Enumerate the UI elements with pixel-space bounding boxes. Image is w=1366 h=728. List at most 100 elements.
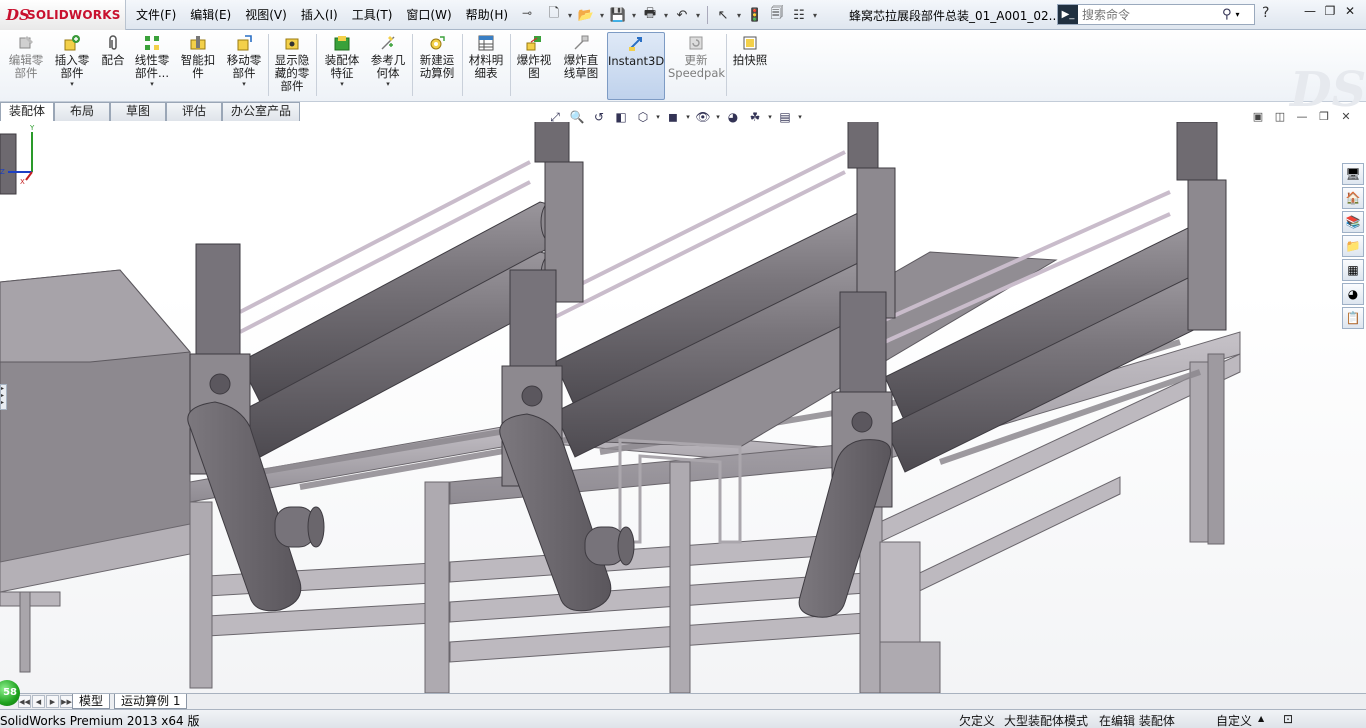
section-view-icon[interactable]: ◧ [610,107,632,127]
view-orientation-icon[interactable]: ⬡ [632,107,654,127]
home-icon[interactable]: 🏠 [1342,187,1364,209]
reference-geometry-icon [381,36,395,50]
edit-component-button[interactable]: 编辑零 部件 [4,32,48,100]
smart-fasteners-button[interactable]: 智能扣件 [176,32,220,100]
motion-study-icon [430,36,445,50]
print-dropdown-icon[interactable]: ▾ [661,11,671,20]
doc-restore-icon[interactable]: ❐ [1313,110,1335,123]
show-hidden-components-button[interactable]: 显示隐 藏的零 部件 [270,32,314,100]
dropdown-arrow-icon[interactable]: ▾ [50,80,94,88]
new-dropdown-icon[interactable]: ▾ [565,11,575,20]
zoom-to-area-icon[interactable]: 🔍 [566,107,588,127]
display-style-dropdown-icon[interactable]: ▾ [684,107,692,127]
viewport-split-icon[interactable]: ◫ [1269,110,1291,123]
undo-icon[interactable]: ↶ [671,5,693,25]
dropdown-arrow-icon[interactable]: ▾ [222,80,266,88]
prev-tab-icon[interactable]: ◀ [32,695,45,708]
undo-dropdown-icon[interactable]: ▾ [693,11,703,20]
design-library-icon[interactable]: 📚 [1342,211,1364,233]
menu-file[interactable]: 文件(F) [136,6,176,23]
appearances-icon[interactable]: ◕ [1342,283,1364,305]
dropdown-arrow-icon[interactable]: ▾ [132,80,172,88]
menu-insert[interactable]: 插入(I) [301,6,338,23]
view-settings-dropdown-icon[interactable]: ▾ [796,107,804,127]
tab-assembly[interactable]: 装配体 [0,102,55,121]
tab-layout[interactable]: 布局 [54,102,111,121]
explode-line-sketch-button[interactable]: 爆炸直 线草图 [558,32,604,100]
tab-office-products[interactable]: 办公室产品 [222,102,301,121]
dropdown-arrow-icon[interactable]: ▾ [320,80,364,88]
search-dropdown-icon[interactable]: ▾ [1236,10,1240,19]
close-icon[interactable]: ✕ [1340,4,1360,22]
new-document-icon[interactable]: 🗋 [543,5,565,25]
units-dropdown-icon[interactable]: ▲ [1258,714,1264,723]
pin-icon[interactable]: ⊸ [522,6,532,23]
exploded-view-button[interactable]: 爆炸视图 [512,32,556,100]
display-style-icon[interactable]: ◼ [662,107,684,127]
bill-of-materials-button[interactable]: 材料明 细表 [464,32,508,100]
file-properties-icon[interactable]: 🗐 [766,5,788,25]
file-explorer-icon[interactable]: 📁 [1342,235,1364,257]
new-motion-study-button[interactable]: 新建运 动算例 [414,32,460,100]
assembly-features-button[interactable]: 装配体 特征 ▾ [320,32,364,100]
magnifier-icon[interactable]: ⚲ [1222,7,1232,22]
options-dropdown-icon[interactable]: ▾ [810,11,820,20]
tab-model[interactable]: 模型 [72,694,111,709]
restore-icon[interactable]: ❐ [1320,4,1340,22]
update-speedpak-button[interactable]: 更新 Speedpak [668,32,725,100]
apply-scene-icon[interactable]: ☘ [744,107,766,127]
feature-manager-collapse-handle[interactable]: ▸ ▸ ▸ [0,384,7,410]
tab-sketch[interactable]: 草图 [110,102,167,121]
move-component-button[interactable]: 移动零 部件 ▾ [222,32,266,100]
insert-components-button[interactable]: 插入零 部件 ▾ [50,32,94,100]
viewport-single-icon[interactable]: ▣ [1247,110,1269,123]
tab-motion-study-1[interactable]: 运动算例 1 [114,694,188,709]
zoom-to-fit-icon[interactable]: ⤢ [544,107,566,127]
save-icon[interactable]: 💾 [607,5,629,25]
print-icon[interactable]: 🖶 [639,5,661,25]
open-dropdown-icon[interactable]: ▾ [597,11,607,20]
save-dropdown-icon[interactable]: ▾ [629,11,639,20]
solidworks-logo[interactable]: DS SOLIDWORKS [0,0,126,30]
quick-tips-icon[interactable]: ⊡ [1283,712,1293,726]
hide-show-items-icon[interactable]: 👁 [692,107,714,127]
menu-tools[interactable]: 工具(T) [352,6,393,23]
solidworks-resources-icon[interactable]: 🖥 [1342,163,1364,185]
take-snapshot-button[interactable]: 拍快照 [728,32,772,100]
dropdown-arrow-icon[interactable]: ▾ [366,80,410,88]
select-cursor-icon[interactable]: ↖ [712,5,734,25]
menu-view[interactable]: 视图(V) [245,6,287,23]
edit-appearance-icon[interactable]: ◕ [722,107,744,127]
first-tab-icon[interactable]: ◀◀ [18,695,31,708]
minimize-icon[interactable]: — [1300,4,1320,22]
reference-geometry-button[interactable]: 参考几 何体 ▾ [366,32,410,100]
menu-window[interactable]: 窗口(W) [406,6,451,23]
select-dropdown-icon[interactable]: ▾ [734,11,744,20]
rebuild-traffic-light-icon[interactable]: 🚦 [744,5,766,25]
mate-button[interactable]: 配合 [96,32,130,100]
linear-pattern-button[interactable]: 线性零 部件... ▾ [132,32,172,100]
open-folder-icon[interactable]: 📂 [575,5,597,25]
options-icon[interactable]: ☷ [788,5,810,25]
view-settings-icon[interactable]: ▤ [774,107,796,127]
doc-close-icon[interactable]: ✕ [1335,110,1357,123]
search-input[interactable] [1078,5,1218,24]
tab-evaluate[interactable]: 评估 [166,102,223,121]
graphics-area[interactable]: Y Z X [0,122,1366,693]
instant3d-button[interactable]: Instant3D [607,32,665,100]
ribbon-separator [316,34,317,96]
view-orientation-dropdown-icon[interactable]: ▾ [654,107,662,127]
menu-help[interactable]: 帮助(H) [466,6,508,23]
apply-scene-dropdown-icon[interactable]: ▾ [766,107,774,127]
doc-minimize-icon[interactable]: — [1291,110,1313,123]
next-tab-icon[interactable]: ▶ [46,695,59,708]
menu-edit[interactable]: 编辑(E) [190,6,231,23]
custom-properties-icon[interactable]: 📋 [1342,307,1364,329]
command-prompt-icon[interactable]: ▶_ [1058,5,1078,24]
hide-show-dropdown-icon[interactable]: ▾ [714,107,722,127]
previous-view-icon[interactable]: ↺ [588,107,610,127]
view-palette-icon[interactable]: ▦ [1342,259,1364,281]
units-selector[interactable]: 自定义 [1216,712,1252,728]
assembly-model[interactable] [0,122,1366,693]
help-icon[interactable]: ? [1262,5,1269,21]
